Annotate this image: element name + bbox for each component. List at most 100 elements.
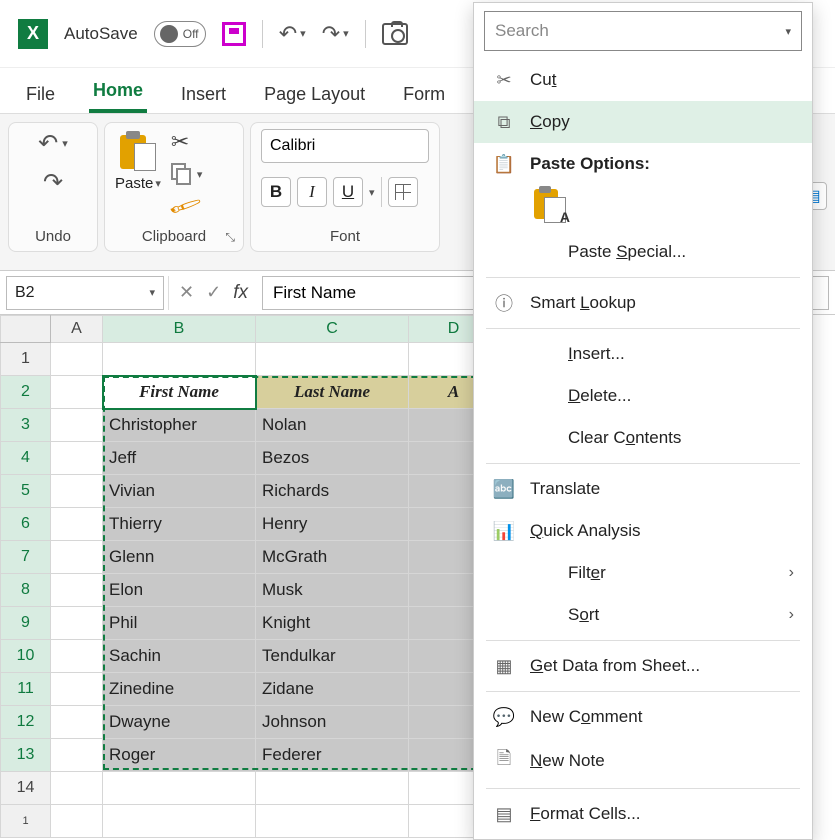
- bold-button[interactable]: B: [261, 177, 291, 207]
- menu-item[interactable]: Sort›: [474, 594, 812, 636]
- cell-A11[interactable]: [51, 673, 103, 706]
- cell-B13[interactable]: Roger: [103, 739, 256, 772]
- cell-B4[interactable]: Jeff: [103, 442, 256, 475]
- row-header-1[interactable]: 1: [1, 343, 51, 376]
- cell-A14[interactable]: [51, 772, 103, 805]
- dialog-launcher-icon[interactable]: ⤡: [225, 230, 235, 245]
- row-header-14[interactable]: 14: [1, 772, 51, 805]
- context-search[interactable]: Search ▾: [484, 11, 802, 51]
- camera-icon[interactable]: [382, 23, 408, 45]
- cell-A2[interactable]: [51, 376, 103, 409]
- menu-item[interactable]: ⧉Copy: [474, 101, 812, 143]
- fx-icon[interactable]: fx: [233, 282, 248, 304]
- menu-item[interactable]: Insert...: [474, 333, 812, 375]
- menu-item[interactable]: 📊Quick Analysis: [474, 510, 812, 552]
- cell-A12[interactable]: [51, 706, 103, 739]
- tab-file[interactable]: File: [22, 84, 59, 113]
- cut-button[interactable]: ✂: [171, 129, 203, 155]
- tab-home[interactable]: Home: [89, 80, 147, 113]
- cell-A4[interactable]: [51, 442, 103, 475]
- menu-item[interactable]: ▤Format Cells...: [474, 793, 812, 835]
- cell-C1[interactable]: [256, 343, 409, 376]
- menu-item[interactable]: 💬New Comment: [474, 696, 812, 738]
- menu-item[interactable]: 🔤Translate: [474, 468, 812, 510]
- cell-A15[interactable]: [51, 805, 103, 838]
- cell-A3[interactable]: [51, 409, 103, 442]
- row-header-4[interactable]: 4: [1, 442, 51, 475]
- accept-formula-icon[interactable]: ✓: [206, 282, 221, 303]
- row-header-7[interactable]: 7: [1, 541, 51, 574]
- chevron-down-icon[interactable]: ▾: [155, 177, 161, 190]
- cell-C13[interactable]: Federer: [256, 739, 409, 772]
- cell-B7[interactable]: Glenn: [103, 541, 256, 574]
- row-header-8[interactable]: 8: [1, 574, 51, 607]
- name-box[interactable]: B2 ▾: [6, 276, 164, 310]
- cell-B14[interactable]: [103, 772, 256, 805]
- format-painter-button[interactable]: 🖌: [171, 193, 203, 219]
- cell-C12[interactable]: Johnson: [256, 706, 409, 739]
- menu-item[interactable]: ▦Get Data from Sheet...: [474, 645, 812, 687]
- row-header-13[interactable]: 13: [1, 739, 51, 772]
- cell-C5[interactable]: Richards: [256, 475, 409, 508]
- menu-item[interactable]: ⓘSmart Lookup: [474, 282, 812, 324]
- paste-icon[interactable]: [120, 129, 156, 173]
- underline-button[interactable]: U: [333, 177, 363, 207]
- chevron-down-icon[interactable]: ▾: [369, 186, 375, 199]
- row-header-15[interactable]: 1: [1, 805, 51, 838]
- cell-C15[interactable]: [256, 805, 409, 838]
- cell-B9[interactable]: Phil: [103, 607, 256, 640]
- save-icon[interactable]: [222, 22, 246, 46]
- menu-item[interactable]: Filter›: [474, 552, 812, 594]
- cell-C7[interactable]: McGrath: [256, 541, 409, 574]
- cell-C10[interactable]: Tendulkar: [256, 640, 409, 673]
- menu-item[interactable]: ✂Cut: [474, 59, 812, 101]
- tab-insert[interactable]: Insert: [177, 84, 230, 113]
- font-name-select[interactable]: [261, 129, 429, 163]
- cell-B11[interactable]: Zinedine: [103, 673, 256, 706]
- row-header-2[interactable]: 2: [1, 376, 51, 409]
- col-header-C[interactable]: C: [256, 316, 409, 343]
- menu-item[interactable]: 🗎New Note: [474, 738, 812, 784]
- cell-C8[interactable]: Musk: [256, 574, 409, 607]
- cell-B12[interactable]: Dwayne: [103, 706, 256, 739]
- cell-A5[interactable]: [51, 475, 103, 508]
- row-header-6[interactable]: 6: [1, 508, 51, 541]
- cell-A13[interactable]: [51, 739, 103, 772]
- menu-paste-variant[interactable]: A: [474, 185, 812, 231]
- cell-C6[interactable]: Henry: [256, 508, 409, 541]
- cell-A7[interactable]: [51, 541, 103, 574]
- row-header-12[interactable]: 12: [1, 706, 51, 739]
- borders-button[interactable]: [388, 177, 418, 207]
- undo-button[interactable]: ↶▾: [38, 129, 68, 158]
- col-header-B[interactable]: B: [103, 316, 256, 343]
- cell-C4[interactable]: Bezos: [256, 442, 409, 475]
- menu-item[interactable]: Delete...: [474, 375, 812, 417]
- cell-A10[interactable]: [51, 640, 103, 673]
- cell-B1[interactable]: [103, 343, 256, 376]
- cell-C2[interactable]: Last Name: [256, 376, 409, 409]
- cell-B6[interactable]: Thierry: [103, 508, 256, 541]
- redo-quick-button[interactable]: ↷▾: [322, 21, 349, 47]
- autosave-toggle[interactable]: Off: [154, 21, 206, 47]
- row-header-10[interactable]: 10: [1, 640, 51, 673]
- row-header-11[interactable]: 11: [1, 673, 51, 706]
- menu-item[interactable]: Paste Special...: [474, 231, 812, 273]
- cell-A8[interactable]: [51, 574, 103, 607]
- cell-B8[interactable]: Elon: [103, 574, 256, 607]
- cell-A6[interactable]: [51, 508, 103, 541]
- cell-C9[interactable]: Knight: [256, 607, 409, 640]
- copy-button[interactable]: ▾: [171, 163, 203, 185]
- row-header-9[interactable]: 9: [1, 607, 51, 640]
- cell-C14[interactable]: [256, 772, 409, 805]
- chevron-down-icon[interactable]: ▾: [149, 286, 155, 299]
- row-header-3[interactable]: 3: [1, 409, 51, 442]
- cell-B2[interactable]: First Name: [103, 376, 256, 409]
- select-all-corner[interactable]: [1, 316, 51, 343]
- cell-C11[interactable]: Zidane: [256, 673, 409, 706]
- italic-button[interactable]: I: [297, 177, 327, 207]
- redo-button[interactable]: ↷: [43, 168, 63, 197]
- undo-quick-button[interactable]: ↶▾: [279, 21, 306, 47]
- cell-B15[interactable]: [103, 805, 256, 838]
- tab-formulas-cut[interactable]: Form: [399, 84, 449, 113]
- cell-B10[interactable]: Sachin: [103, 640, 256, 673]
